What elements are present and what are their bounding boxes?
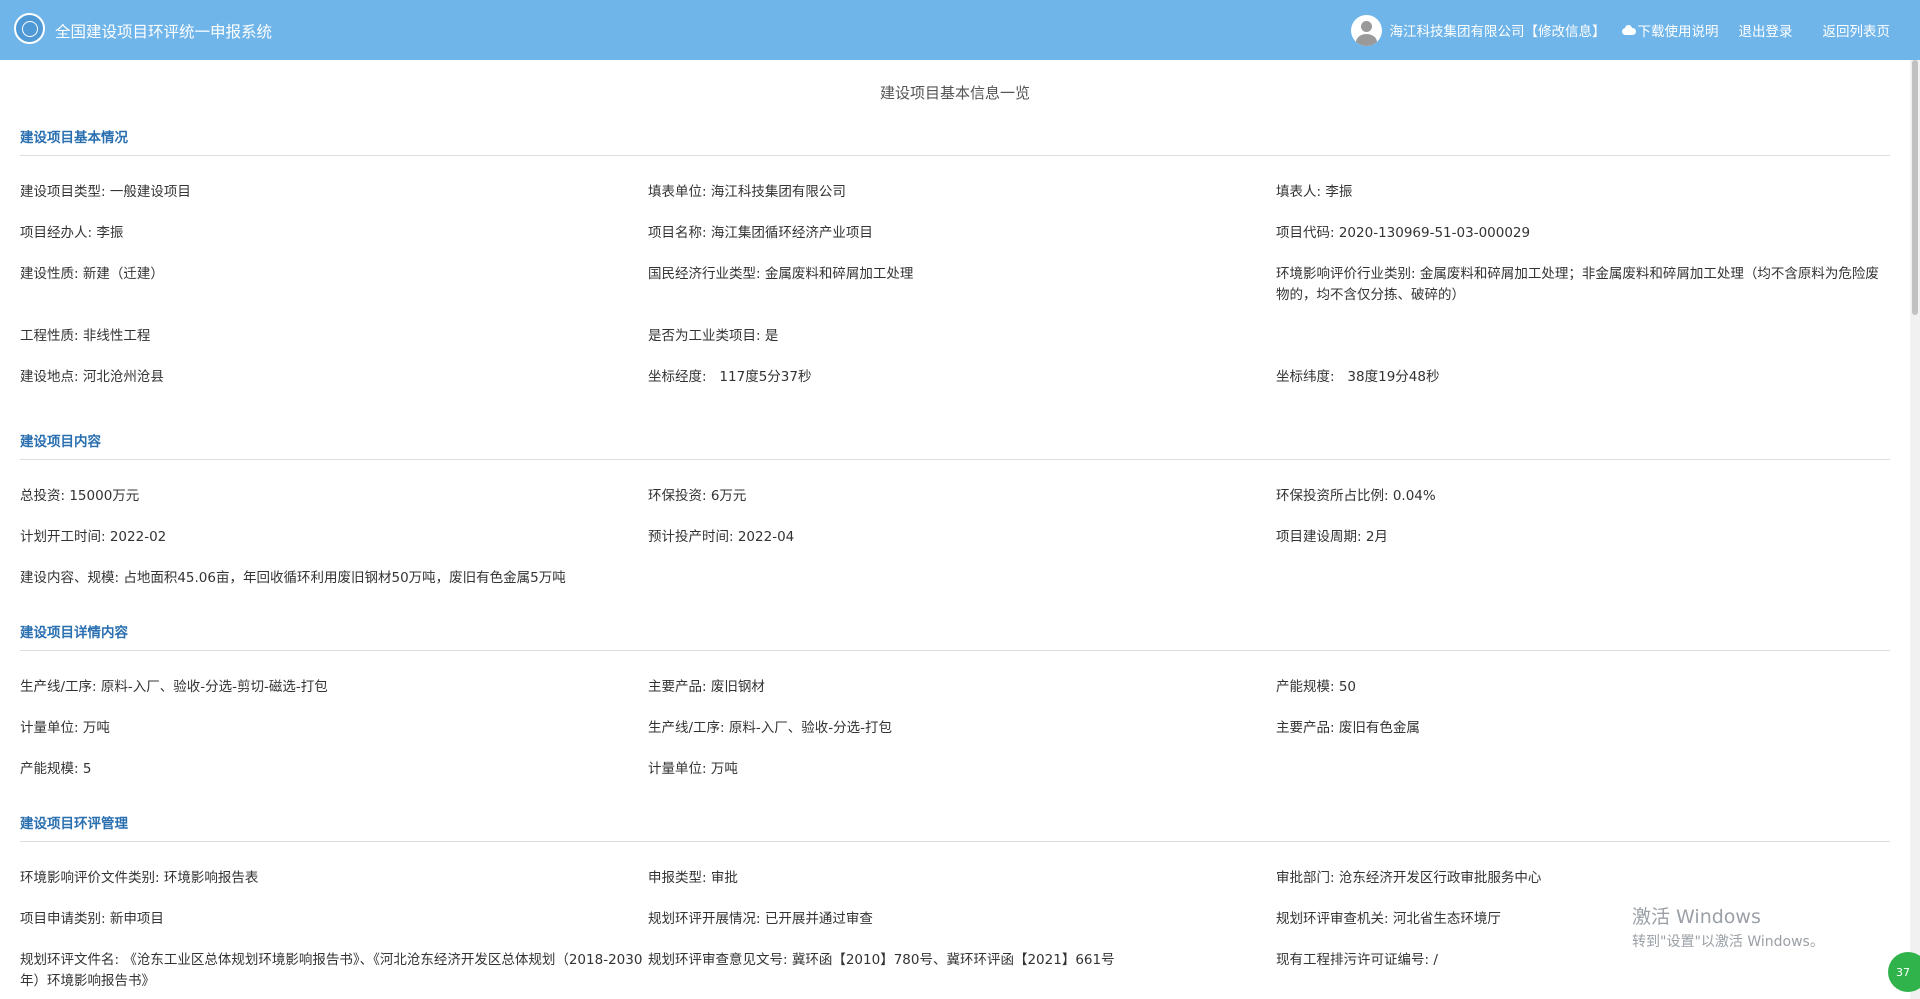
- field-construction-period: 项目建设周期: 2月: [1276, 529, 1388, 545]
- logout-link[interactable]: 退出登录: [1739, 20, 1793, 40]
- field-main-product: 主要产品: 废旧钢材: [648, 679, 765, 695]
- info-row: 项目申请类别: 新申项目 规划环评开展情况: 已开展并通过审查 规划环评审查机关…: [20, 909, 1890, 930]
- field-application-category: 项目申请类别: 新申项目: [20, 911, 164, 927]
- info-row: 规划环评文件名: 《沧东工业区总体规划环境影响报告书》、《河北沧东经济开发区总体…: [20, 950, 1890, 992]
- section-project-details: 建设项目详情内容 生产线/工序: 原料-入厂、验收-分选-剪切-磁选-打包 主要…: [20, 616, 1890, 777]
- field-eia-doc-category: 环境影响评价文件类别: 环境影响报告表: [20, 870, 259, 886]
- field-unit: 计量单位: 万吨: [20, 720, 110, 736]
- field-construction-scale: 建设内容、规模: 占地面积45.06亩，年回收循环利用废旧钢材50万吨，废旧有色…: [20, 570, 566, 586]
- field-latitude: 坐标纬度: 38度19分48秒: [1276, 369, 1440, 385]
- page-title: 建设项目基本信息一览: [879, 84, 1030, 102]
- field-capacity: 产能规模: 50: [1276, 679, 1357, 695]
- field-filler: 填表人: 李振: [1276, 184, 1353, 200]
- info-row: 建设地点: 河北沧州沧县 坐标经度: 117度5分37秒 坐标纬度: 38度19…: [20, 367, 1890, 388]
- app-title: 全国建设项目环评统一申报系统: [55, 23, 273, 41]
- field-industry-type: 国民经济行业类型: 金属废料和碎屑加工处理: [648, 266, 914, 282]
- field-unit: 计量单位: 万吨: [648, 761, 738, 777]
- info-row: 工程性质: 非线性工程 是否为工业类项目: 是: [20, 326, 1890, 347]
- field-declaration-type: 申报类型: 审批: [648, 870, 738, 886]
- section-project-content: 建设项目内容 总投资: 15000万元 环保投资: 6万元 环保投资所占比例: …: [20, 425, 1890, 586]
- section-eia-management: 建设项目环评管理 环境影响评价文件类别: 环境影响报告表 申报类型: 审批 审批…: [20, 807, 1890, 989]
- field-pollutant-permit: 现有工程排污许可证编号: /: [1276, 952, 1438, 968]
- top-bar: 全国建设项目环评统一申报系统 海江科技集团有限公司 【修改信息】 下载使用说明 …: [0, 0, 1920, 60]
- user-toolbar: 海江科技集团有限公司 【修改信息】 下载使用说明 退出登录 返回列表页: [1350, 14, 1891, 46]
- floating-badge[interactable]: 37: [1888, 952, 1920, 992]
- vertical-scrollbar[interactable]: [1910, 60, 1920, 999]
- field-longitude: 坐标经度: 117度5分37秒: [648, 369, 812, 385]
- info-row: 项目经办人: 李振 项目名称: 海江集团循环经济产业项目 项目代码: 2020-…: [20, 223, 1890, 244]
- emblem-logo-icon: [14, 13, 45, 44]
- field-planning-eia-status: 规划环评开展情况: 已开展并通过审查: [648, 911, 873, 927]
- field-main-product: 主要产品: 废旧有色金属: [1276, 720, 1420, 736]
- info-row: 生产线/工序: 原料-入厂、验收-分选-剪切-磁选-打包 主要产品: 废旧钢材 …: [20, 677, 1890, 698]
- field-is-industrial: 是否为工业类项目: 是: [648, 328, 779, 344]
- field-planned-start: 计划开工时间: 2022-02: [20, 529, 167, 545]
- field-empty: [1276, 759, 1890, 780]
- field-engineering-nature: 工程性质: 非线性工程: [20, 328, 151, 344]
- info-row: 建设内容、规模: 占地面积45.06亩，年回收循环利用废旧钢材50万吨，废旧有色…: [20, 568, 1890, 589]
- field-expected-production: 预计投产时间: 2022-04: [648, 529, 795, 545]
- field-location: 建设地点: 河北沧州沧县: [20, 369, 164, 385]
- field-production-line: 生产线/工序: 原料-入厂、验收-分选-打包: [648, 720, 893, 736]
- info-row: 总投资: 15000万元 环保投资: 6万元 环保投资所占比例: 0.04%: [20, 486, 1890, 507]
- section-basic-info: 建设项目基本情况 建设项目类型: 一般建设项目 填表单位: 海江科技集团有限公司…: [20, 121, 1890, 385]
- field-env-investment: 环保投资: 6万元: [648, 488, 747, 504]
- field-capacity: 产能规模: 5: [20, 761, 92, 777]
- field-production-line: 生产线/工序: 原料-入厂、验收-分选-剪切-磁选-打包: [20, 679, 328, 695]
- download-manual-link[interactable]: 下载使用说明: [1638, 20, 1719, 40]
- info-row: 产能规模: 5 计量单位: 万吨: [20, 759, 1890, 780]
- windows-activation-watermark: 激活 Windows 转到"设置"以激活 Windows。: [1632, 902, 1824, 951]
- field-review-opinion-number: 规划环评审查意见文号: 冀环函【2010】780号、冀环环评函【2021】661…: [648, 952, 1115, 968]
- company-name: 海江科技集团有限公司: [1389, 24, 1525, 40]
- edit-info-link[interactable]: 【修改信息】: [1525, 20, 1606, 40]
- field-project-code: 项目代码: 2020-130969-51-03-000029: [1276, 225, 1531, 241]
- cloud-download-icon: [1621, 25, 1636, 35]
- field-approval-department: 审批部门: 沧东经济开发区行政审批服务中心: [1276, 870, 1542, 886]
- field-project-manager: 项目经办人: 李振: [20, 225, 124, 241]
- info-row: 建设性质: 新建（迁建） 国民经济行业类型: 金属废料和碎屑加工处理 环境影响评…: [20, 264, 1890, 306]
- field-planning-eia-file: 规划环评文件名: 《沧东工业区总体规划环境影响报告书》、《河北沧东经济开发区总体…: [20, 952, 643, 989]
- field-construction-nature: 建设性质: 新建（迁建）: [20, 266, 164, 282]
- field-project-name: 项目名称: 海江集团循环经济产业项目: [648, 225, 873, 241]
- info-row: 计量单位: 万吨 生产线/工序: 原料-入厂、验收-分选-打包 主要产品: 废旧…: [20, 718, 1890, 739]
- info-row: 建设项目类型: 一般建设项目 填表单位: 海江科技集团有限公司 填表人: 李振: [20, 182, 1890, 203]
- section-title: 建设项目基本情况: [20, 121, 1890, 156]
- field-project-type: 建设项目类型: 一般建设项目: [20, 184, 191, 200]
- field-total-investment: 总投资: 15000万元: [20, 488, 140, 504]
- scrollbar-thumb[interactable]: [1912, 60, 1918, 315]
- section-title: 建设项目环评管理: [20, 807, 1890, 842]
- back-to-list-link[interactable]: 返回列表页: [1823, 20, 1891, 40]
- user-avatar-icon[interactable]: [1350, 14, 1382, 46]
- info-row: 环境影响评价文件类别: 环境影响报告表 申报类型: 审批 审批部门: 沧东经济开…: [20, 868, 1890, 889]
- field-eia-category: 环境影响评价行业类别: 金属废料和碎屑加工处理；非金属废料和碎屑加工处理（均不含…: [1276, 266, 1879, 303]
- info-row: 计划开工时间: 2022-02 预计投产时间: 2022-04 项目建设周期: …: [20, 527, 1890, 548]
- field-env-ratio: 环保投资所占比例: 0.04%: [1276, 488, 1436, 504]
- field-filling-unit: 填表单位: 海江科技集团有限公司: [648, 184, 846, 200]
- field-empty: [1276, 326, 1890, 347]
- section-title: 建设项目详情内容: [20, 616, 1890, 651]
- watermark-line1: 激活 Windows: [1632, 906, 1761, 928]
- section-title: 建设项目内容: [20, 425, 1890, 460]
- watermark-line2: 转到"设置"以激活 Windows。: [1632, 934, 1824, 950]
